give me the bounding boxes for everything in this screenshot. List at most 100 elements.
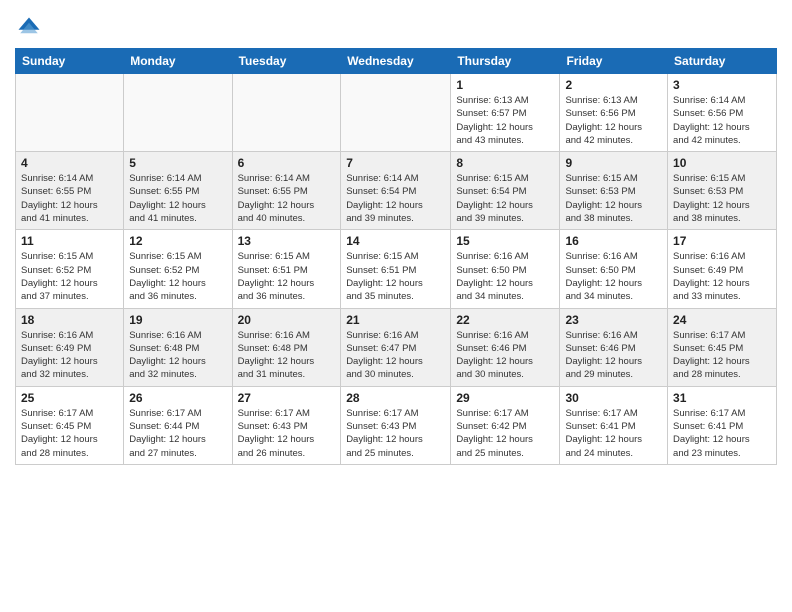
- calendar-week-row: 4 Sunrise: 6:14 AM Sunset: 6:55 PM Daylig…: [16, 152, 777, 230]
- calendar-cell: 7 Sunrise: 6:14 AM Sunset: 6:54 PM Daylig…: [341, 152, 451, 230]
- day-number: 19: [129, 313, 226, 327]
- day-info: Sunrise: 6:15 AM Sunset: 6:52 PM Dayligh…: [21, 250, 118, 303]
- calendar-cell: 30 Sunrise: 6:17 AM Sunset: 6:41 PM Dayli…: [560, 386, 668, 464]
- calendar-cell: 23 Sunrise: 6:16 AM Sunset: 6:46 PM Dayli…: [560, 308, 668, 386]
- calendar-cell: 29 Sunrise: 6:17 AM Sunset: 6:42 PM Dayli…: [451, 386, 560, 464]
- calendar-table: SundayMondayTuesdayWednesdayThursdayFrid…: [15, 48, 777, 465]
- day-info: Sunrise: 6:16 AM Sunset: 6:49 PM Dayligh…: [673, 250, 771, 303]
- header: [15, 10, 777, 42]
- calendar-cell: 22 Sunrise: 6:16 AM Sunset: 6:46 PM Dayli…: [451, 308, 560, 386]
- day-info: Sunrise: 6:17 AM Sunset: 6:44 PM Dayligh…: [129, 407, 226, 460]
- calendar-day-header: Sunday: [16, 49, 124, 74]
- calendar-cell: [16, 74, 124, 152]
- calendar-week-row: 1 Sunrise: 6:13 AM Sunset: 6:57 PM Daylig…: [16, 74, 777, 152]
- day-info: Sunrise: 6:17 AM Sunset: 6:45 PM Dayligh…: [673, 329, 771, 382]
- calendar-cell: 6 Sunrise: 6:14 AM Sunset: 6:55 PM Daylig…: [232, 152, 341, 230]
- calendar-cell: 24 Sunrise: 6:17 AM Sunset: 6:45 PM Dayli…: [668, 308, 777, 386]
- calendar-cell: [341, 74, 451, 152]
- day-number: 12: [129, 234, 226, 248]
- calendar-week-row: 11 Sunrise: 6:15 AM Sunset: 6:52 PM Dayli…: [16, 230, 777, 308]
- day-number: 15: [456, 234, 554, 248]
- day-number: 30: [565, 391, 662, 405]
- calendar-week-row: 25 Sunrise: 6:17 AM Sunset: 6:45 PM Dayli…: [16, 386, 777, 464]
- day-info: Sunrise: 6:17 AM Sunset: 6:41 PM Dayligh…: [565, 407, 662, 460]
- day-info: Sunrise: 6:14 AM Sunset: 6:54 PM Dayligh…: [346, 172, 445, 225]
- day-info: Sunrise: 6:15 AM Sunset: 6:54 PM Dayligh…: [456, 172, 554, 225]
- calendar-day-header: Tuesday: [232, 49, 341, 74]
- day-number: 24: [673, 313, 771, 327]
- day-info: Sunrise: 6:14 AM Sunset: 6:56 PM Dayligh…: [673, 94, 771, 147]
- day-number: 2: [565, 78, 662, 92]
- logo-area: [15, 10, 46, 42]
- day-number: 31: [673, 391, 771, 405]
- day-number: 11: [21, 234, 118, 248]
- day-number: 20: [238, 313, 336, 327]
- calendar-cell: 13 Sunrise: 6:15 AM Sunset: 6:51 PM Dayli…: [232, 230, 341, 308]
- day-number: 8: [456, 156, 554, 170]
- calendar-cell: 2 Sunrise: 6:13 AM Sunset: 6:56 PM Daylig…: [560, 74, 668, 152]
- day-info: Sunrise: 6:17 AM Sunset: 6:42 PM Dayligh…: [456, 407, 554, 460]
- calendar-cell: 15 Sunrise: 6:16 AM Sunset: 6:50 PM Dayli…: [451, 230, 560, 308]
- day-info: Sunrise: 6:17 AM Sunset: 6:45 PM Dayligh…: [21, 407, 118, 460]
- day-info: Sunrise: 6:16 AM Sunset: 6:46 PM Dayligh…: [456, 329, 554, 382]
- day-number: 10: [673, 156, 771, 170]
- calendar-cell: [232, 74, 341, 152]
- calendar-week-row: 18Sunrise: 6:16 AM Sunset: 6:49 PM Dayli…: [16, 308, 777, 386]
- day-info: Sunrise: 6:14 AM Sunset: 6:55 PM Dayligh…: [21, 172, 118, 225]
- calendar-cell: 11 Sunrise: 6:15 AM Sunset: 6:52 PM Dayli…: [16, 230, 124, 308]
- calendar-day-header: Friday: [560, 49, 668, 74]
- calendar-cell: 10 Sunrise: 6:15 AM Sunset: 6:53 PM Dayli…: [668, 152, 777, 230]
- calendar-cell: 4 Sunrise: 6:14 AM Sunset: 6:55 PM Daylig…: [16, 152, 124, 230]
- day-number: 4: [21, 156, 118, 170]
- calendar-cell: 27Sunrise: 6:17 AM Sunset: 6:43 PM Dayli…: [232, 386, 341, 464]
- day-info: Sunrise: 6:13 AM Sunset: 6:56 PM Dayligh…: [565, 94, 662, 147]
- day-number: 5: [129, 156, 226, 170]
- day-info: Sunrise: 6:16 AM Sunset: 6:48 PM Dayligh…: [238, 329, 336, 382]
- day-number: 16: [565, 234, 662, 248]
- calendar-day-header: Wednesday: [341, 49, 451, 74]
- calendar-cell: 17Sunrise: 6:16 AM Sunset: 6:49 PM Dayli…: [668, 230, 777, 308]
- calendar-day-header: Thursday: [451, 49, 560, 74]
- calendar-cell: 26 Sunrise: 6:17 AM Sunset: 6:44 PM Dayli…: [124, 386, 232, 464]
- day-info: Sunrise: 6:16 AM Sunset: 6:46 PM Dayligh…: [565, 329, 662, 382]
- calendar-cell: 8 Sunrise: 6:15 AM Sunset: 6:54 PM Daylig…: [451, 152, 560, 230]
- day-number: 29: [456, 391, 554, 405]
- calendar-cell: 19Sunrise: 6:16 AM Sunset: 6:48 PM Dayli…: [124, 308, 232, 386]
- calendar-cell: [124, 74, 232, 152]
- day-number: 1: [456, 78, 554, 92]
- calendar-cell: 16Sunrise: 6:16 AM Sunset: 6:50 PM Dayli…: [560, 230, 668, 308]
- calendar-day-header: Saturday: [668, 49, 777, 74]
- day-number: 6: [238, 156, 336, 170]
- day-info: Sunrise: 6:15 AM Sunset: 6:53 PM Dayligh…: [673, 172, 771, 225]
- day-number: 26: [129, 391, 226, 405]
- calendar-cell: 20 Sunrise: 6:16 AM Sunset: 6:48 PM Dayli…: [232, 308, 341, 386]
- calendar-cell: 3 Sunrise: 6:14 AM Sunset: 6:56 PM Daylig…: [668, 74, 777, 152]
- day-number: 25: [21, 391, 118, 405]
- day-info: Sunrise: 6:16 AM Sunset: 6:50 PM Dayligh…: [456, 250, 554, 303]
- day-info: Sunrise: 6:13 AM Sunset: 6:57 PM Dayligh…: [456, 94, 554, 147]
- day-info: Sunrise: 6:16 AM Sunset: 6:47 PM Dayligh…: [346, 329, 445, 382]
- page: SundayMondayTuesdayWednesdayThursdayFrid…: [0, 0, 792, 612]
- day-number: 7: [346, 156, 445, 170]
- day-number: 27: [238, 391, 336, 405]
- calendar-cell: 14Sunrise: 6:15 AM Sunset: 6:51 PM Dayli…: [341, 230, 451, 308]
- day-number: 18: [21, 313, 118, 327]
- day-info: Sunrise: 6:14 AM Sunset: 6:55 PM Dayligh…: [129, 172, 226, 225]
- day-number: 22: [456, 313, 554, 327]
- calendar-cell: 1 Sunrise: 6:13 AM Sunset: 6:57 PM Daylig…: [451, 74, 560, 152]
- logo-icon: [15, 14, 43, 42]
- day-number: 9: [565, 156, 662, 170]
- day-number: 13: [238, 234, 336, 248]
- day-info: Sunrise: 6:17 AM Sunset: 6:41 PM Dayligh…: [673, 407, 771, 460]
- calendar-header-row: SundayMondayTuesdayWednesdayThursdayFrid…: [16, 49, 777, 74]
- calendar-cell: 5 Sunrise: 6:14 AM Sunset: 6:55 PM Daylig…: [124, 152, 232, 230]
- day-info: Sunrise: 6:15 AM Sunset: 6:51 PM Dayligh…: [346, 250, 445, 303]
- day-number: 23: [565, 313, 662, 327]
- calendar-cell: 31 Sunrise: 6:17 AM Sunset: 6:41 PM Dayli…: [668, 386, 777, 464]
- day-info: Sunrise: 6:15 AM Sunset: 6:51 PM Dayligh…: [238, 250, 336, 303]
- day-info: Sunrise: 6:17 AM Sunset: 6:43 PM Dayligh…: [346, 407, 445, 460]
- day-number: 3: [673, 78, 771, 92]
- calendar-cell: 28Sunrise: 6:17 AM Sunset: 6:43 PM Dayli…: [341, 386, 451, 464]
- calendar-day-header: Monday: [124, 49, 232, 74]
- day-info: Sunrise: 6:14 AM Sunset: 6:55 PM Dayligh…: [238, 172, 336, 225]
